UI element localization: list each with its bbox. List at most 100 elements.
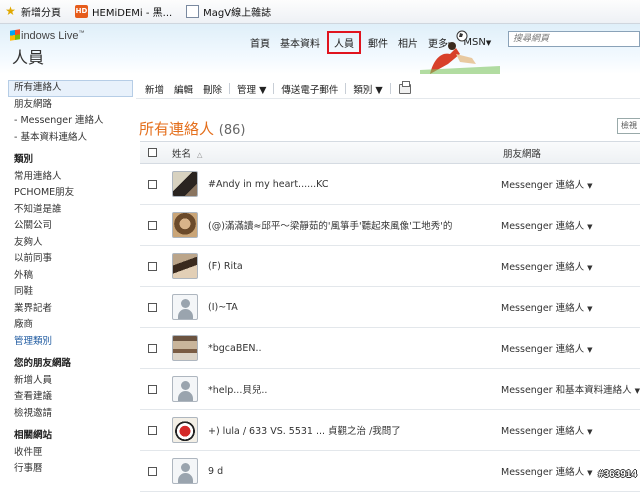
chevron-down-icon[interactable]: ▼ [635, 387, 640, 395]
table-row[interactable]: (@)滿滿讀≈邱平～梁靜茹的'風箏手'聽起來風像'工地秀'的Messenger … [140, 205, 640, 246]
sidebar-item[interactable]: 管理類別 [0, 334, 135, 351]
chevron-down-icon[interactable]: ▼ [587, 469, 592, 477]
table-row[interactable]: 9 dMessenger 連絡人▼ [140, 451, 640, 492]
sidebar-item[interactable]: 檢視邀請 [0, 406, 135, 423]
watermark: #363914 [598, 469, 637, 480]
nav-item-2[interactable]: 人員 [327, 31, 361, 54]
sidebar-item[interactable]: - Messenger 連絡人 [0, 113, 135, 130]
chevron-down-icon[interactable]: ▼ [587, 305, 592, 313]
chevron-down-icon[interactable]: ▼ [587, 428, 592, 436]
sidebar-item[interactable]: 友夠人 [0, 235, 135, 252]
web-search-input[interactable]: 搜尋網頁 [508, 31, 640, 47]
print-icon[interactable] [399, 84, 411, 94]
chevron-down-icon[interactable]: ▼ [587, 264, 592, 272]
row-checkbox[interactable] [148, 344, 157, 353]
contact-network[interactable]: Messenger 連絡人▼ [501, 300, 593, 314]
chevron-down-icon[interactable]: ▼ [587, 346, 592, 354]
contact-name[interactable]: (I)~TA [208, 302, 501, 313]
sidebar-item[interactable]: 所有連絡人 [8, 80, 133, 97]
row-checkbox[interactable] [148, 385, 157, 394]
send-email-button[interactable]: 傳送電子郵件 [276, 82, 343, 96]
nav-item-0[interactable]: 首頁 [245, 35, 275, 50]
contact-network[interactable]: Messenger 連絡人▼ [501, 423, 593, 437]
contact-count: (86) [219, 123, 246, 138]
sidebar-item[interactable]: PCHOME朋友 [0, 185, 135, 202]
chevron-down-icon[interactable]: ▼ [587, 223, 592, 231]
edit-button[interactable]: 編輯 [169, 82, 198, 96]
sidebar-item[interactable]: 行事曆 [0, 461, 135, 478]
logo-tm: ™ [78, 30, 84, 36]
chevron-down-icon[interactable]: ▼ [587, 182, 592, 190]
toolbar-divider [345, 83, 346, 94]
category-menu[interactable]: 類別 ▼ [348, 82, 387, 96]
avatar[interactable] [172, 376, 198, 402]
sidebar-item[interactable]: 以前同事 [0, 251, 135, 268]
table-row[interactable]: +) lula / 633 VS. 5531 ... 貞觀之治 /我問了Mess… [140, 410, 640, 451]
avatar[interactable] [172, 212, 198, 238]
manage-menu[interactable]: 管理 ▼ [232, 82, 271, 96]
sidebar-item[interactable]: - 基本資料連絡人 [0, 130, 135, 147]
contact-name[interactable]: #Andy in my heart......KC [208, 179, 501, 190]
sidebar-item[interactable]: 不知道是誰 [0, 202, 135, 219]
avatar[interactable] [172, 253, 198, 279]
column-header-name[interactable]: 姓名△ [172, 146, 503, 160]
sidebar-item[interactable]: 外稿 [0, 268, 135, 285]
windows-live-logo[interactable]: indows Live™ [10, 30, 84, 42]
page-title: 所有連絡人 (86) [139, 118, 245, 139]
contact-name[interactable]: +) lula / 633 VS. 5531 ... 貞觀之治 /我問了 [208, 423, 501, 437]
table-row[interactable]: *bgcaBEN..Messenger 連絡人▼ [140, 328, 640, 369]
select-all-checkbox[interactable] [148, 148, 157, 157]
contact-name[interactable]: (@)滿滿讀≈邱平～梁靜茹的'風箏手'聽起來風像'工地秀'的 [208, 218, 501, 232]
sidebar-item[interactable]: 查看建議 [0, 389, 135, 406]
avatar[interactable] [172, 417, 198, 443]
column-header-network[interactable]: 朋友網路 [503, 146, 541, 160]
contact-network[interactable]: Messenger 連絡人▼ [501, 177, 593, 191]
contact-network[interactable]: Messenger 連絡人▼ [501, 259, 593, 273]
avatar[interactable] [172, 171, 198, 197]
contact-network[interactable]: Messenger 連絡人▼ [501, 218, 593, 232]
favorite-hemidemi[interactable]: HD HEMiDEMi - 黑... [75, 4, 172, 19]
contacts-table: 姓名△ 朋友網路 #Andy in my heart......KCMessen… [140, 141, 640, 492]
favorite-magv[interactable]: MagV線上雜誌 [186, 4, 271, 19]
avatar[interactable] [172, 458, 198, 484]
toolbar-divider [273, 83, 274, 94]
sidebar-item[interactable]: 業界記者 [0, 301, 135, 318]
favorite-new-tab[interactable]: ★ 新增分頁 [4, 4, 61, 19]
table-row[interactable]: #Andy in my heart......KCMessenger 連絡人▼ [140, 164, 640, 205]
table-row[interactable]: *help...貝兒..Messenger 和基本資料連絡人▼ [140, 369, 640, 410]
contact-name[interactable]: (F) Rita [208, 261, 501, 272]
nav-item-label: 首頁 [250, 39, 270, 50]
delete-button[interactable]: 刪除 [198, 82, 227, 96]
row-checkbox[interactable] [148, 467, 157, 476]
row-checkbox[interactable] [148, 180, 157, 189]
nav-item-3[interactable]: 郵件 [363, 35, 393, 50]
nav-item-label: 郵件 [368, 39, 388, 50]
row-checkbox[interactable] [148, 426, 157, 435]
row-checkbox[interactable] [148, 221, 157, 230]
sidebar-item[interactable]: 廠商 [0, 317, 135, 334]
contact-network[interactable]: Messenger 連絡人▼ [501, 341, 593, 355]
nav-item-4[interactable]: 相片 [393, 35, 423, 50]
sidebar-item[interactable]: 常用連絡人 [0, 169, 135, 186]
row-checkbox[interactable] [148, 262, 157, 271]
favorite-label: HEMiDEMi - 黑... [92, 4, 172, 19]
row-checkbox[interactable] [148, 303, 157, 312]
sidebar-item[interactable]: 同鞋 [0, 284, 135, 301]
sidebar-item[interactable]: 收件匣 [0, 445, 135, 462]
contact-network[interactable]: Messenger 連絡人▼ [501, 464, 593, 478]
contact-name[interactable]: *bgcaBEN.. [208, 343, 501, 354]
contact-name[interactable]: 9 d [208, 466, 501, 477]
avatar[interactable] [172, 294, 198, 320]
sidebar-item[interactable]: 公關公司 [0, 218, 135, 235]
nav-item-1[interactable]: 基本資料 [275, 35, 325, 50]
contact-name[interactable]: *help...貝兒.. [208, 382, 501, 396]
page-icon [186, 5, 199, 18]
avatar[interactable] [172, 335, 198, 361]
table-row[interactable]: (F) RitaMessenger 連絡人▼ [140, 246, 640, 287]
sidebar-item[interactable]: 新增人員 [0, 373, 135, 390]
table-row[interactable]: (I)~TAMessenger 連絡人▼ [140, 287, 640, 328]
contact-network[interactable]: Messenger 和基本資料連絡人▼ [501, 382, 640, 396]
view-button[interactable]: 檢視 [617, 118, 640, 134]
new-button[interactable]: 新增 [140, 82, 169, 96]
sidebar-item[interactable]: 朋友網路 [0, 97, 135, 114]
